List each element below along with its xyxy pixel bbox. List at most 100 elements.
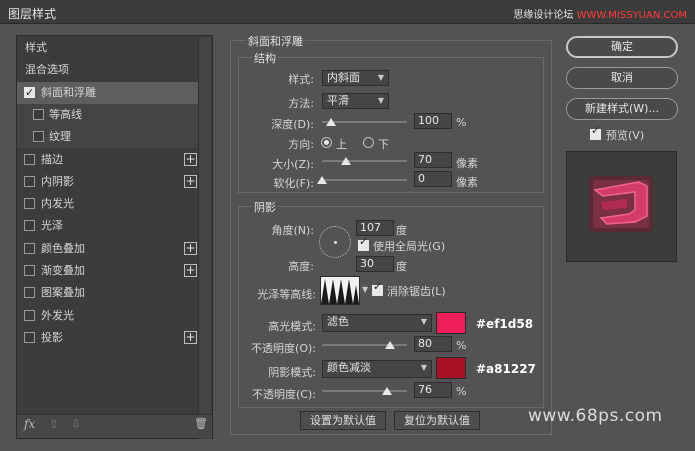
style-checkbox[interactable] [24,242,35,254]
angle-unit: 度 [396,224,407,237]
style-list-label: 纹理 [49,130,71,144]
angle-dial[interactable] [319,226,351,258]
style-checkbox[interactable] [24,265,35,276]
contour-curve-icon [321,279,359,304]
soften-label: 软化(F): [273,177,314,190]
new-style-button[interactable]: 新建样式(W)... [566,98,678,120]
style-list-item[interactable]: 光泽 [17,215,200,237]
style-list-label: 内阴影 [41,174,74,188]
highlight-color-swatch[interactable] [436,312,466,334]
shadow-mode-select[interactable]: 颜色减淡 ▼ [322,360,432,378]
shadow-opacity-slider[interactable] [322,390,407,392]
depth-input[interactable]: 100 [414,113,452,129]
style-checkbox[interactable] [24,82,35,104]
style-list-item[interactable]: 样式 [17,37,200,59]
angle-input[interactable]: 107 [356,220,394,236]
style-list-item[interactable]: 图案叠加 [17,282,200,304]
style-checkbox[interactable] [24,309,35,321]
depth-slider-knob[interactable] [325,118,336,126]
style-checkbox[interactable] [33,131,44,143]
style-checkbox[interactable] [24,198,35,210]
trash-icon[interactable]: 🗑 [194,417,208,430]
highlight-opacity-input[interactable]: 80 [414,336,452,352]
direction-up-label: 上 [336,138,347,151]
styles-list-toolbar [17,414,212,438]
size-slider[interactable] [322,160,407,162]
direction-label: 方向: [288,138,314,151]
size-input[interactable]: 70 [414,152,452,168]
style-list-item[interactable]: 渐变叠加 + [17,260,200,282]
direction-down-radio[interactable] [363,137,374,148]
highlight-mode-value: 滤色 [327,315,349,328]
style-list-label: 斜面和浮雕 [41,85,96,99]
style-preview [566,151,677,262]
global-light-label: 使用全局光(G) [373,240,446,253]
chevron-down-icon: ▼ [420,317,427,326]
move-down-icon[interactable]: ⇩ [71,417,81,431]
global-light-checkbox[interactable] [358,235,369,251]
structure-title: 结构 [252,50,278,66]
style-list-label: 内发光 [41,197,74,211]
style-checkbox[interactable] [24,175,35,187]
style-list-item[interactable]: 投影 + [17,327,200,349]
technique-select[interactable]: 平滑 ▼ [322,93,389,109]
style-list-item[interactable]: 颜色叠加 + [17,238,200,260]
style-list-item[interactable]: 纹理 [17,126,200,149]
altitude-unit: 度 [396,260,407,273]
bevel-emboss-title: 斜面和浮雕 [246,33,305,49]
style-list-label: 渐变叠加 [41,264,85,277]
style-list-item[interactable]: 等高线 [17,103,200,126]
add-icon[interactable]: + [184,264,197,277]
technique-label: 方法: [288,97,314,110]
shadow-color-swatch[interactable] [436,357,466,379]
depth-label: 深度(D): [271,118,314,131]
add-icon[interactable]: + [184,152,197,166]
direction-up-radio[interactable] [321,137,332,148]
soften-slider[interactable] [322,179,407,181]
fx-icon[interactable]: fx [24,417,35,431]
soften-slider-knob[interactable] [317,176,327,184]
size-slider-knob[interactable] [340,157,351,165]
watermark-site: WWW.MISSYUAN.COM [576,10,687,21]
style-list-item[interactable]: 外发光 [17,305,200,327]
style-list-item[interactable]: 斜面和浮雕 [17,81,200,104]
style-checkbox[interactable] [24,331,35,343]
shadow-hex-label: #a81227 [476,362,536,376]
contour-chevron-down-icon[interactable]: ▼ [362,285,368,294]
add-icon[interactable]: + [184,241,197,255]
shadow-mode-value: 颜色减淡 [327,361,371,374]
style-checkbox[interactable] [24,220,35,232]
style-list-item[interactable]: 混合选项 [17,59,200,81]
highlight-opacity-knob[interactable] [385,341,395,349]
style-list-label: 样式 [25,41,47,54]
highlight-mode-select[interactable]: 滤色 ▼ [322,314,432,332]
angle-label: 角度(N): [271,224,314,237]
cancel-button[interactable]: 取消 [566,67,678,89]
highlight-mode-label: 高光模式: [268,320,316,333]
gloss-contour-thumbnail[interactable] [320,276,360,305]
highlight-opacity-label: 不透明度(O): [251,342,316,355]
gloss-contour-label: 光泽等高线: [257,288,316,301]
styles-list-scrollbar[interactable] [198,37,211,439]
antialias-checkbox[interactable] [372,280,383,296]
style-list-item[interactable]: 内阴影 + [17,171,200,193]
shadow-opacity-knob[interactable] [381,387,392,395]
move-up-icon[interactable]: ⇧ [49,417,59,431]
preview-checkbox[interactable] [590,124,601,140]
shadow-mode-label: 阴影模式: [268,366,316,379]
add-icon[interactable]: + [184,174,197,188]
style-checkbox[interactable] [33,108,44,120]
style-checkbox[interactable] [24,287,35,299]
style-list-item[interactable]: 描边 + [17,149,200,171]
soften-input[interactable]: 0 [414,171,452,187]
add-icon[interactable]: + [184,330,197,344]
altitude-input[interactable]: 30 [356,256,394,272]
reset-default-button[interactable]: 复位为默认值 [394,411,480,430]
make-default-button[interactable]: 设置为默认值 [300,411,386,430]
ok-button[interactable]: 确定 [566,36,678,58]
style-checkbox[interactable] [24,153,35,165]
style-list-label: 颜色叠加 [41,241,85,255]
style-select[interactable]: 内斜面 ▼ [322,70,389,86]
style-list-item[interactable]: 内发光 [17,193,200,215]
shadow-opacity-input[interactable]: 76 [414,382,452,398]
